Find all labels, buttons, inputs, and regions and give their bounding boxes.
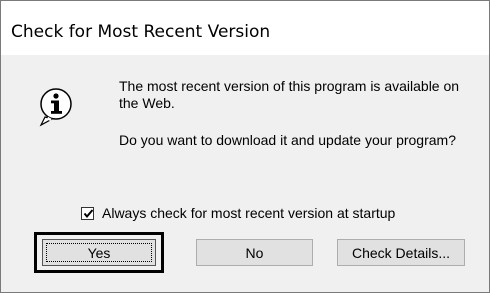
checkmark-icon	[83, 208, 94, 218]
startup-checkbox-label[interactable]: Always check for most recent version at …	[102, 205, 395, 221]
focus-rectangle	[46, 243, 152, 262]
dialog-body: The most recent version of this program …	[1, 55, 489, 292]
dialog-window: Check for Most Recent Version The most r…	[0, 0, 490, 293]
dialog-title: Check for Most Recent Version	[11, 22, 271, 42]
info-icon	[37, 87, 75, 127]
message-text-1: The most recent version of this program …	[119, 78, 460, 111]
startup-checkbox[interactable]	[81, 206, 94, 220]
title-bar: Check for Most Recent Version	[1, 1, 489, 55]
no-button-label: No	[245, 244, 264, 261]
yes-button[interactable]: Yes	[42, 239, 156, 266]
check-details-button[interactable]: Check Details...	[337, 239, 465, 266]
startup-check-option[interactable]: Always check for most recent version at …	[81, 204, 395, 222]
message-text-2: Do you want to download it and update yo…	[119, 132, 456, 148]
check-details-button-label: Check Details...	[351, 244, 451, 261]
no-button[interactable]: No	[196, 239, 313, 266]
